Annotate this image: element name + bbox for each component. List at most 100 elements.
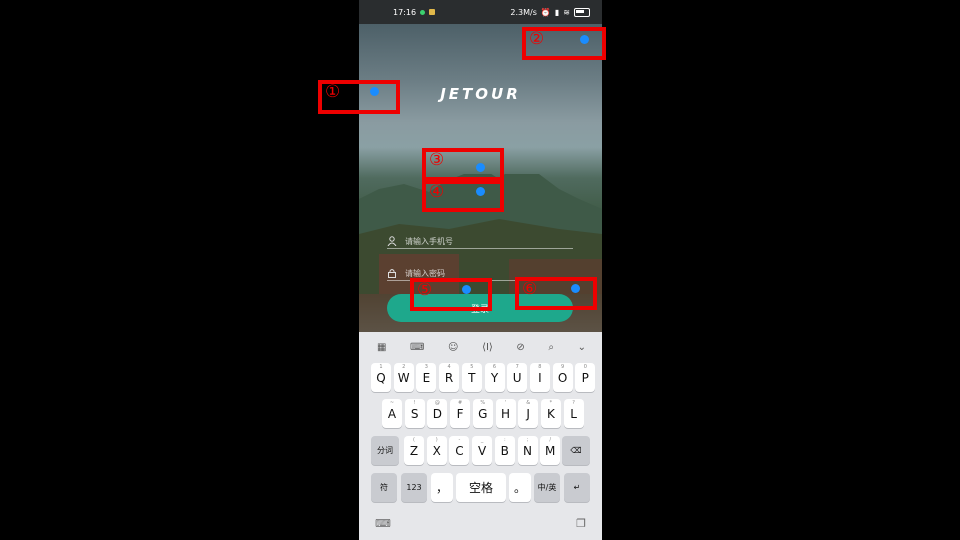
symbols-key[interactable]: 符 xyxy=(371,473,397,502)
key-z[interactable]: (Z xyxy=(404,436,424,465)
key-hint: - xyxy=(458,437,461,443)
key-hint: # xyxy=(457,400,463,406)
annotation-dot-6 xyxy=(571,284,580,293)
annotation-label-6: ⑥ xyxy=(522,279,538,299)
key-t[interactable]: 5T xyxy=(461,363,482,392)
key-hint: * xyxy=(549,400,553,406)
annotation-label-1: ① xyxy=(325,82,341,102)
key-x[interactable]: ) X xyxy=(426,436,447,465)
key-a[interactable]: ~ A xyxy=(382,399,402,428)
search-icon[interactable]: ⌕ xyxy=(548,342,554,353)
key-hint: 0 xyxy=(583,364,587,370)
key-label: 。 xyxy=(513,481,526,495)
grid-icon[interactable]: ▦ xyxy=(377,342,386,353)
app-notification-icon xyxy=(429,9,436,15)
key-n[interactable]: ; N xyxy=(517,436,538,465)
key-label: A xyxy=(387,406,397,421)
comma-key[interactable]: ， xyxy=(431,473,453,502)
key-g[interactable]: % G xyxy=(472,399,493,428)
switch-keyboard-icon[interactable]: ⌨ xyxy=(375,517,391,530)
key-w[interactable]: 2W xyxy=(393,363,414,392)
key-hint: ' xyxy=(504,400,507,406)
key-s[interactable]: ! S xyxy=(404,399,425,428)
key-i[interactable]: 8I xyxy=(529,363,550,392)
annotation-box-5: ⑤ xyxy=(410,278,492,311)
emoji-icon[interactable]: ☺ xyxy=(448,342,458,353)
key-label: ， xyxy=(435,481,448,495)
annotation-label-2: ② xyxy=(529,29,545,49)
clipboard-icon[interactable]: ❐ xyxy=(576,517,586,530)
key-hint: 6 xyxy=(492,364,497,370)
keyboard-bottom-bar: ⌨ ❐ xyxy=(359,510,602,536)
key-hint: 4 xyxy=(447,364,451,370)
language-switch-key[interactable]: 中/英 xyxy=(534,473,560,502)
annotation-label-5: ⑤ xyxy=(417,280,433,300)
key-h[interactable]: ' H xyxy=(495,399,516,428)
key-label: M xyxy=(545,443,556,458)
key-label: N xyxy=(523,443,532,458)
key-label: J xyxy=(526,406,530,421)
numbers-key[interactable]: 123 xyxy=(401,473,427,502)
user-icon xyxy=(387,236,397,246)
key-q[interactable]: 1Q xyxy=(371,363,391,392)
chevron-down-icon[interactable]: ⌄ xyxy=(578,342,586,353)
notification-icon xyxy=(420,9,426,15)
key-label: 中/英 xyxy=(537,483,557,492)
key-u[interactable]: 7U xyxy=(507,363,528,392)
key-o[interactable]: 9O xyxy=(552,363,573,392)
key-label: K xyxy=(546,406,555,421)
key-label: P xyxy=(581,370,589,385)
key-b[interactable]: :B xyxy=(494,436,515,465)
key-label: ↵ xyxy=(573,483,581,492)
link-icon[interactable]: ⊘ xyxy=(516,342,524,353)
key-d[interactable]: @ D xyxy=(427,399,448,428)
key-r[interactable]: 4R xyxy=(439,363,460,392)
backspace-key[interactable]: ⌫ xyxy=(562,436,590,465)
period-key[interactable]: 。 xyxy=(509,473,531,502)
key-label: 分词 xyxy=(377,446,393,455)
key-hint: 2 xyxy=(402,364,406,370)
space-key[interactable]: 空格 xyxy=(456,473,506,502)
phone-field[interactable]: 请输入手机号 xyxy=(387,234,573,249)
key-label: 符 xyxy=(380,483,388,492)
key-label: 123 xyxy=(406,483,422,492)
key-label: C xyxy=(455,443,464,458)
annotation-box-3: ③ xyxy=(422,148,504,181)
keyboard-layout-icon[interactable]: ⌨ xyxy=(410,342,424,353)
annotation-box-1: ① xyxy=(318,80,400,114)
key-p[interactable]: 0P xyxy=(575,363,596,392)
annotation-dot-1 xyxy=(370,87,379,96)
key-l[interactable]: ? L xyxy=(563,399,584,428)
key-label: W xyxy=(397,370,410,385)
key-hint: ; xyxy=(526,437,529,443)
key-label: V xyxy=(477,443,487,458)
key-label: Y xyxy=(490,370,499,385)
key-v[interactable]: _ V xyxy=(472,436,493,465)
key-label: X xyxy=(432,443,441,458)
key-hint: / xyxy=(549,437,552,443)
annotation-box-2: ② xyxy=(522,27,606,60)
key-c[interactable]: -C xyxy=(449,436,470,465)
key-k[interactable]: * K xyxy=(540,399,561,428)
key-j[interactable]: & J xyxy=(518,399,539,428)
cursor-icon[interactable]: ⟨I⟩ xyxy=(482,342,493,353)
annotation-label-3: ③ xyxy=(429,150,445,170)
signal-icon: ▮ xyxy=(554,7,560,17)
alarm-icon: ⏰ xyxy=(540,7,551,17)
key-y[interactable]: 6Y xyxy=(484,363,505,392)
key-hint: 5 xyxy=(470,364,474,370)
annotation-label-4: ④ xyxy=(429,182,445,202)
status-time: 17:16 xyxy=(393,7,417,17)
key-m[interactable]: / M xyxy=(540,436,561,465)
enter-key[interactable]: ↵ xyxy=(564,473,590,502)
key-e[interactable]: 3E xyxy=(416,363,437,392)
key-label: 空格 xyxy=(468,481,493,495)
lock-icon xyxy=(388,269,396,278)
key-label: E xyxy=(422,370,431,385)
soft-keyboard: ▦ ⌨ ☺ ⟨I⟩ ⊘ ⌕ ⌄ 1 Q 2 W 3 E 4 R 5 T 6 Y 7 U 8 I 9 O 0 P ~ A! S… xyxy=(359,332,602,540)
segment-key[interactable]: 分词 xyxy=(371,436,399,465)
annotation-box-6: ⑥ xyxy=(515,277,597,310)
key-f[interactable]: # F xyxy=(450,399,471,428)
key-hint: 3 xyxy=(424,364,428,370)
key-hint: 8 xyxy=(538,364,542,370)
